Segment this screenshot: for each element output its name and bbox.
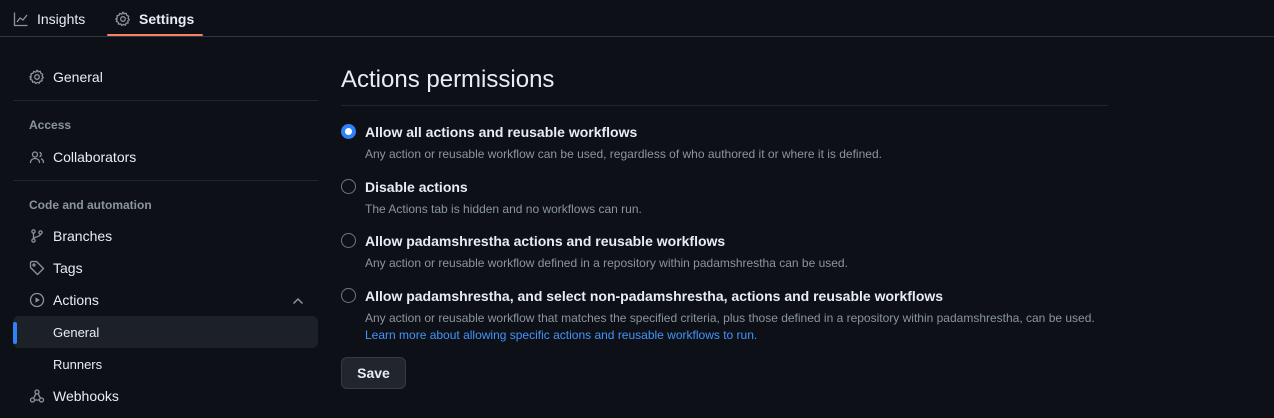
page-title: Actions permissions <box>341 66 555 93</box>
sidebar-item-label: Collaborators <box>53 149 137 165</box>
sidebar-item-label: Runners <box>53 356 103 372</box>
tab-settings[interactable]: Settings <box>115 0 194 37</box>
sidebar-item-label: Tags <box>53 260 83 276</box>
radio-allow-select[interactable] <box>341 288 356 303</box>
sidebar-item-label: Actions <box>53 292 99 308</box>
option-description-text: Any action or reusable workflow that mat… <box>365 311 1095 325</box>
option-description: The Actions tab is hidden and no workflo… <box>365 202 642 216</box>
tab-insights[interactable]: Insights <box>13 0 85 37</box>
graph-icon <box>13 12 28 26</box>
selected-tab-underline <box>107 34 203 36</box>
gear-icon <box>115 11 130 26</box>
radio-allow-owner[interactable] <box>341 233 356 248</box>
sidebar-divider <box>13 180 318 181</box>
sidebar-item-label: Webhooks <box>53 388 119 404</box>
sidebar-divider <box>13 100 318 101</box>
gear-icon <box>29 69 44 85</box>
sidebar-item-tags[interactable]: Tags <box>13 252 318 284</box>
option-label[interactable]: Allow padamshrestha, and select non-pada… <box>365 288 943 304</box>
radio-allow-all[interactable] <box>341 124 356 139</box>
git-branch-icon <box>31 229 43 243</box>
sidebar-item-collaborators[interactable]: Collaborators <box>13 141 318 173</box>
save-button[interactable]: Save <box>341 357 406 389</box>
sidebar-heading-access: Access <box>29 118 72 132</box>
sidebar-subitem-runners[interactable]: Runners <box>13 348 318 380</box>
tab-insights-label: Insights <box>37 10 86 27</box>
repo-nav: Insights Settings <box>0 0 1274 37</box>
option-label[interactable]: Disable actions <box>365 179 468 195</box>
learn-more-link[interactable]: Learn more about allowing specific actio… <box>365 328 757 342</box>
sidebar-item-general[interactable]: General <box>13 61 318 93</box>
sidebar-item-label: Branches <box>53 228 113 244</box>
sidebar-item-actions[interactable]: Actions <box>13 284 318 316</box>
option-label[interactable]: Allow padamshrestha actions and reusable… <box>365 233 725 249</box>
webhook-icon <box>29 389 45 403</box>
sidebar-heading-code-automation: Code and automation <box>29 198 152 212</box>
play-icon <box>29 292 45 308</box>
sidebar-item-branches[interactable]: Branches <box>13 220 318 252</box>
option-description: Any action or reusable workflow that mat… <box>365 310 1105 344</box>
option-description: Any action or reusable workflow defined … <box>365 256 848 270</box>
tag-icon <box>29 260 45 276</box>
sidebar-item-label: General <box>53 69 103 85</box>
sidebar-item-webhooks[interactable]: Webhooks <box>13 380 318 412</box>
sidebar-item-label: General <box>53 324 100 340</box>
radio-disable-actions[interactable] <box>341 179 356 194</box>
tab-settings-label: Settings <box>139 10 195 27</box>
active-item-indicator <box>13 322 17 344</box>
sidebar-subitem-general[interactable]: General <box>13 316 318 348</box>
option-label[interactable]: Allow all actions and reusable workflows <box>365 124 637 140</box>
option-description: Any action or reusable workflow can be u… <box>365 147 882 161</box>
title-divider <box>341 105 1108 106</box>
people-icon <box>29 151 45 164</box>
chevron-up-icon[interactable] <box>290 293 306 309</box>
